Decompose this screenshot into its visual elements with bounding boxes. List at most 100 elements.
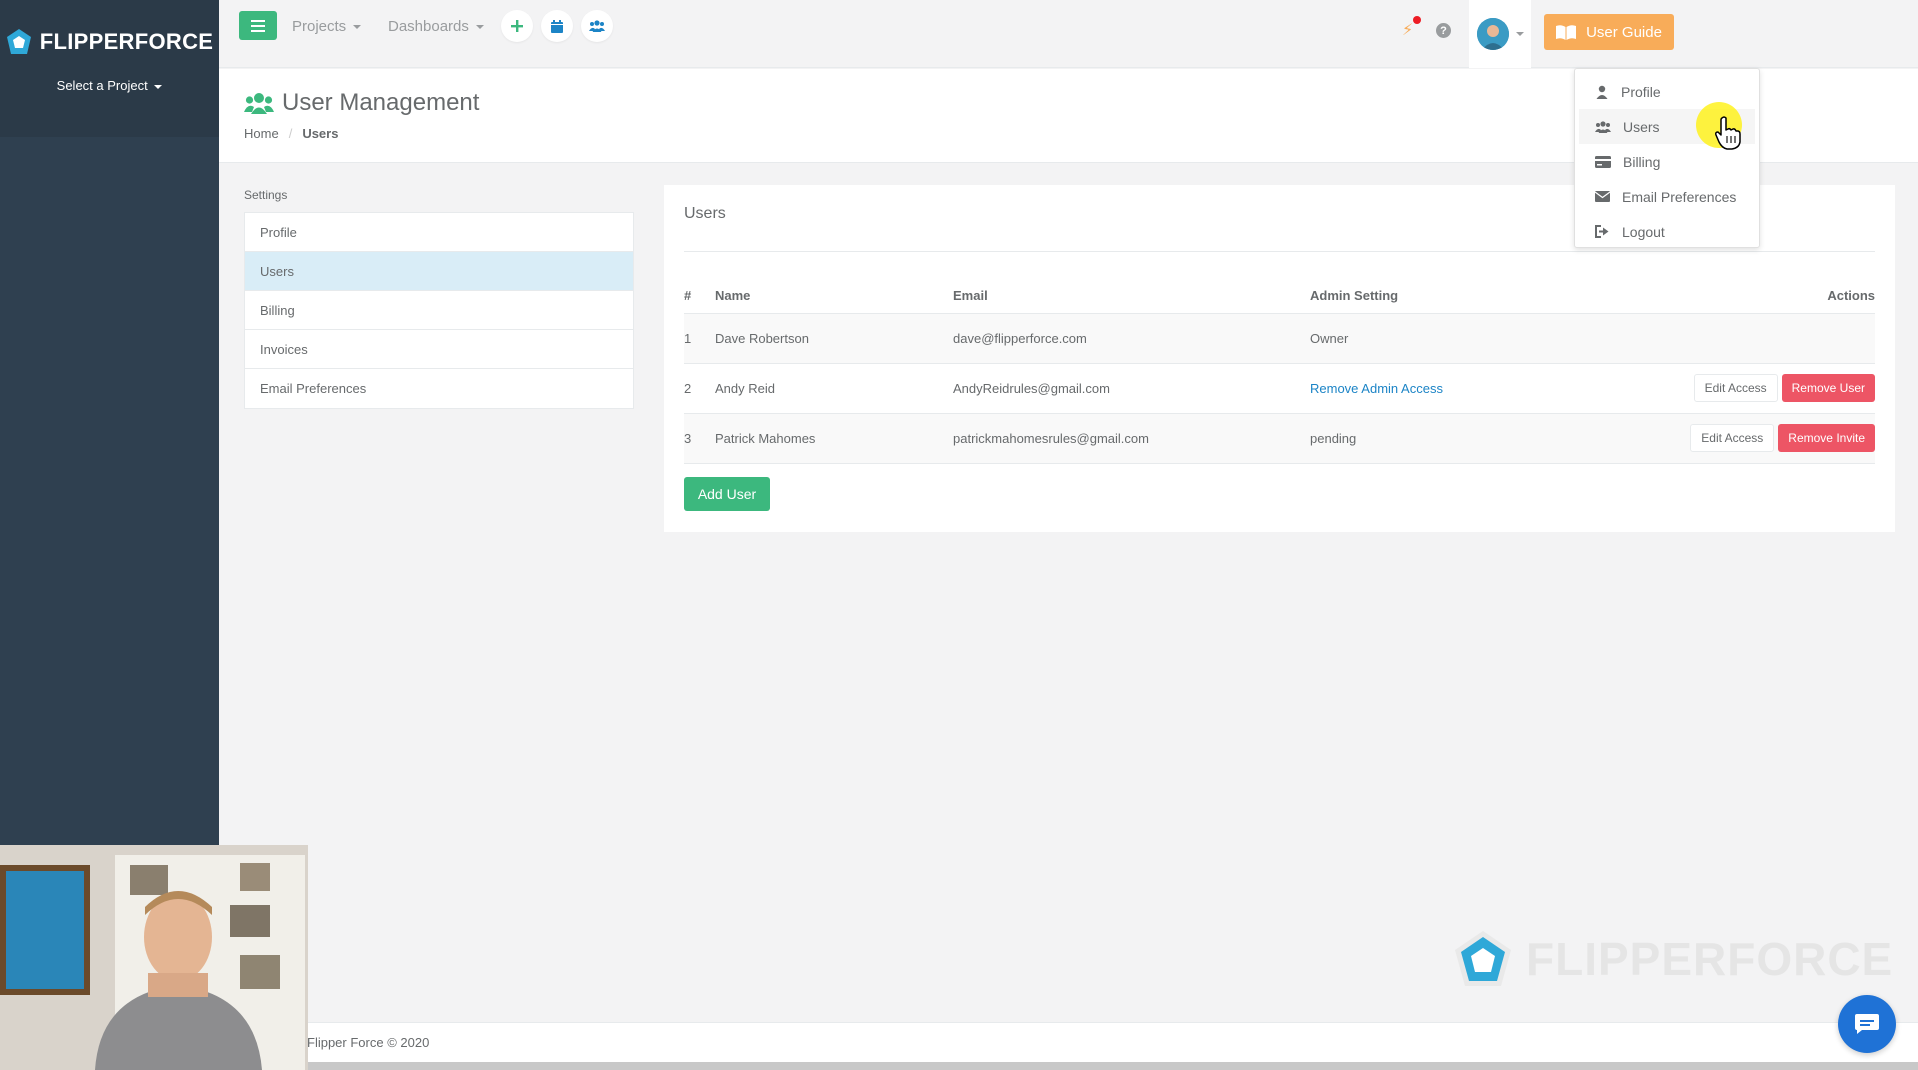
add-user-button[interactable]: Add User xyxy=(684,477,770,511)
notification-dot xyxy=(1413,16,1421,24)
settings-item-email-preferences[interactable]: Email Preferences xyxy=(245,369,633,408)
calendar-icon xyxy=(551,19,563,33)
page-title-text: User Management xyxy=(282,89,480,116)
row-admin-setting: pending xyxy=(1310,413,1670,464)
avatar xyxy=(1476,18,1509,50)
hamburger-icon xyxy=(251,19,265,32)
breadcrumb: Home / Users xyxy=(244,126,338,141)
row-email: patrickmahomesrules@gmail.com xyxy=(953,413,1310,464)
table-row: 3 Patrick Mahomes patrickmahomesrules@gm… xyxy=(684,413,1875,464)
table-header-row: # Name Email Admin Setting Actions xyxy=(684,279,1875,314)
row-num: 2 xyxy=(684,363,715,414)
settings-list: Profile Users Billing Invoices Email Pre… xyxy=(244,212,634,409)
user-guide-label: User Guide xyxy=(1586,23,1662,41)
calendar-button[interactable] xyxy=(541,10,573,42)
user-icon xyxy=(1596,85,1608,99)
table-row: 1 Dave Robertson dave@flipperforce.com O… xyxy=(684,313,1875,364)
brand-name: FLIPPERFORCE xyxy=(39,29,214,54)
remove-admin-access-link[interactable]: Remove Admin Access xyxy=(1310,363,1670,414)
menu-item-logout[interactable]: Logout xyxy=(1579,214,1755,249)
row-num: 3 xyxy=(684,413,715,464)
menu-item-label: Logout xyxy=(1622,223,1665,240)
projects-menu-label: Projects xyxy=(292,18,347,35)
pentagon-logo-icon xyxy=(6,29,31,54)
user-dropdown-menu: Profile Users Billing Email Preferences … xyxy=(1574,68,1760,248)
users-icon xyxy=(244,93,274,114)
chevron-down-icon xyxy=(476,25,485,30)
envelope-icon xyxy=(1595,191,1610,202)
row-name: Andy Reid xyxy=(715,363,953,414)
projects-menu[interactable]: Projects xyxy=(292,18,362,35)
users-table: # Name Email Admin Setting Actions 1 Dav… xyxy=(684,279,1875,464)
watermark-text: FLIPPERFORCE xyxy=(1526,933,1894,985)
settings-item-profile[interactable]: Profile xyxy=(245,213,633,252)
user-guide-button[interactable]: User Guide xyxy=(1544,14,1674,50)
column-header-email: Email xyxy=(953,279,1310,314)
users-icon xyxy=(589,20,605,32)
help-icon[interactable]: ? xyxy=(1436,23,1451,38)
row-email: AndyReidrules@gmail.com xyxy=(953,363,1310,414)
menu-item-label: Billing xyxy=(1623,153,1661,170)
row-email: dave@flipperforce.com xyxy=(953,313,1310,364)
settings-item-users[interactable]: Users xyxy=(245,252,633,291)
settings-item-invoices[interactable]: Invoices xyxy=(245,330,633,369)
dashboards-menu-label: Dashboards xyxy=(388,18,469,35)
row-name: Dave Robertson xyxy=(715,313,953,364)
project-select-dropdown[interactable]: Select a Project xyxy=(57,78,163,93)
row-name: Patrick Mahomes xyxy=(715,413,953,464)
remove-user-button[interactable]: Remove User xyxy=(1781,374,1875,402)
project-select-label: Select a Project xyxy=(56,78,148,93)
menu-item-email-preferences[interactable]: Email Preferences xyxy=(1579,179,1755,214)
hand-cursor-icon xyxy=(1715,116,1741,150)
remove-invite-button[interactable]: Remove Invite xyxy=(1778,424,1875,452)
panel-title: Users xyxy=(684,205,726,222)
brand-logo[interactable]: FLIPPERFORCE xyxy=(6,28,214,56)
chevron-down-icon xyxy=(154,84,163,89)
chevron-down-icon xyxy=(1515,32,1524,36)
row-actions xyxy=(1670,313,1875,364)
settings-item-billing[interactable]: Billing xyxy=(245,291,633,330)
column-header-name: Name xyxy=(715,279,953,314)
menu-item-label: Email Preferences xyxy=(1622,188,1737,205)
brand-watermark: FLIPPERFORCE xyxy=(1452,928,1893,990)
menu-item-label: Profile xyxy=(1621,83,1661,100)
table-row: 2 Andy Reid AndyReidrules@gmail.com Remo… xyxy=(684,363,1875,414)
breadcrumb-current: Users xyxy=(302,126,339,141)
edit-access-button[interactable]: Edit Access xyxy=(1693,374,1778,402)
chat-widget-button[interactable] xyxy=(1838,995,1896,1053)
edit-access-button[interactable]: Edit Access xyxy=(1690,424,1775,452)
row-num: 1 xyxy=(684,313,715,364)
sign-out-icon xyxy=(1595,225,1609,238)
user-menu-toggle[interactable] xyxy=(1469,0,1531,68)
breadcrumb-separator: / xyxy=(288,126,293,141)
add-button[interactable] xyxy=(501,10,533,42)
team-button[interactable] xyxy=(581,10,613,42)
menu-item-label: Users xyxy=(1623,118,1660,135)
row-admin-setting: Owner xyxy=(1310,313,1670,364)
column-header-num: # xyxy=(684,279,715,314)
menu-toggle-button[interactable] xyxy=(239,11,277,40)
row-actions: Edit Access Remove User xyxy=(1670,363,1875,414)
row-actions: Edit Access Remove Invite xyxy=(1670,413,1875,464)
top-navbar: Projects Dashboards ⚡ ? User Guide xyxy=(219,0,1918,68)
webcam-video-icon xyxy=(0,845,308,1070)
settings-label: Settings xyxy=(244,188,288,202)
credit-card-icon xyxy=(1595,155,1611,168)
chevron-down-icon xyxy=(353,25,362,30)
breadcrumb-home[interactable]: Home xyxy=(244,126,279,141)
sidebar-header: FLIPPERFORCE Select a Project xyxy=(0,0,219,137)
plus-icon xyxy=(511,20,523,32)
dashboards-menu[interactable]: Dashboards xyxy=(388,18,485,35)
bolt-icon[interactable]: ⚡ xyxy=(1402,20,1413,40)
page-title: User Management xyxy=(244,89,479,117)
avatar-image-icon xyxy=(1476,18,1509,50)
footer: Flipper Force © 2020 xyxy=(219,1022,1918,1062)
column-header-actions: Actions xyxy=(1670,279,1875,314)
webcam-overlay xyxy=(0,845,308,1070)
chat-icon xyxy=(1855,1014,1879,1034)
users-icon xyxy=(1595,120,1611,133)
footer-copyright: Flipper Force © 2020 xyxy=(307,1035,430,1050)
column-header-admin: Admin Setting xyxy=(1310,279,1670,314)
book-icon xyxy=(1556,24,1577,40)
divider xyxy=(684,251,1875,252)
